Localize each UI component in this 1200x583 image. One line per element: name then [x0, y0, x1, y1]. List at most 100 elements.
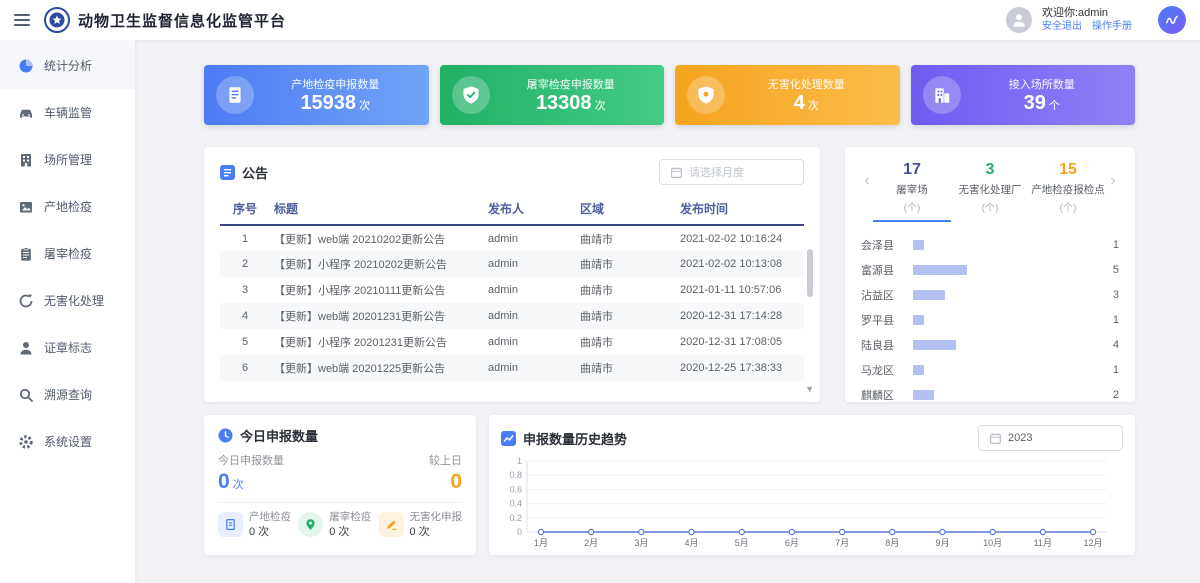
calendar-icon	[989, 432, 1002, 445]
place-tab-unit: (个)	[951, 199, 1029, 214]
bar-fill	[913, 315, 924, 325]
today-item-value: 0 次	[410, 525, 463, 539]
svg-text:1: 1	[517, 456, 522, 466]
bar-value-label: 1	[1105, 314, 1119, 326]
welcome-text: 欢迎你:admin	[1042, 7, 1132, 21]
svg-text:9月: 9月	[935, 538, 949, 548]
person-badge-icon	[18, 340, 34, 356]
trend-title: 申报数量历史趋势	[523, 429, 627, 448]
cell-time: 2021-02-02 10:13:08	[676, 251, 804, 277]
clipboard-icon	[18, 246, 34, 262]
bar-row: 会泽县 1	[861, 232, 1119, 257]
sidebar-item-label: 产地检疫	[44, 198, 92, 215]
cell-time: 2021-01-11 10:57:06	[676, 277, 804, 303]
gear-icon	[18, 434, 34, 450]
sidebar-item-origin-quarantine[interactable]: 产地检疫	[0, 183, 135, 230]
month-picker[interactable]: 请选择月度	[659, 159, 804, 185]
stat-card-unit: 次	[595, 100, 606, 112]
today-total-label: 今日申报数量	[218, 452, 284, 468]
sidebar-item-system-settings[interactable]: 系统设置	[0, 418, 135, 465]
today-compare-value: 0	[450, 470, 462, 494]
bar-row: 沾益区 3	[861, 282, 1119, 307]
svg-text:6月: 6月	[785, 538, 799, 548]
cell-index: 6	[220, 355, 270, 381]
bar-fill	[913, 390, 934, 400]
today-item-label: 无害化申报	[410, 511, 463, 525]
cell-area: 曲靖市	[576, 251, 676, 277]
menu-toggle-icon[interactable]	[14, 14, 30, 26]
table-row[interactable]: 4 【更新】web端 20201231更新公告 admin 曲靖市 2020-1…	[220, 303, 804, 329]
stat-card-value: 15938	[300, 92, 356, 114]
bar-fill	[913, 365, 924, 375]
svg-text:8月: 8月	[885, 538, 899, 548]
cell-title: 【更新】web端 20201225更新公告	[270, 355, 484, 381]
recycle-icon	[18, 293, 34, 309]
bar-category-label: 会泽县	[861, 237, 911, 253]
place-tab-label: 产地检疫报检点	[1029, 182, 1107, 197]
stat-card-unit: 次	[359, 100, 370, 112]
stat-card-label: 无害化处理数量	[768, 76, 845, 92]
scrollbar-thumb[interactable]	[807, 249, 813, 297]
tab-slaughterhouse[interactable]: 17 屠宰场 (个)	[873, 161, 951, 222]
cell-time: 2021-02-02 10:16:24	[676, 225, 804, 251]
bar-row: 麒麟区 2	[861, 382, 1119, 407]
tab-harmless-plant[interactable]: 3 无害化处理厂 (个)	[951, 161, 1029, 222]
svg-text:4月: 4月	[685, 538, 699, 548]
cell-area: 曲靖市	[576, 303, 676, 329]
sidebar-item-trace-query[interactable]: 溯源查询	[0, 371, 135, 418]
sidebar-item-statistics[interactable]: 统计分析	[0, 42, 135, 89]
brand-avatar[interactable]	[1158, 6, 1186, 34]
stat-card-label: 产地检疫申报数量	[291, 76, 379, 92]
column-header: 区域	[576, 193, 676, 225]
year-picker[interactable]: 2023	[978, 425, 1123, 451]
sidebar-item-vehicle[interactable]: 车辆监管	[0, 89, 135, 136]
table-row[interactable]: 2 【更新】小程序 20210202更新公告 admin 曲靖市 2021-02…	[220, 251, 804, 277]
stat-cards-row: 产地检疫申报数量 15938次 屠宰检疫申报数量 13308次 无害化处理数量 …	[204, 65, 1135, 125]
table-row[interactable]: 5 【更新】小程序 20201231更新公告 admin 曲靖市 2020-12…	[220, 329, 804, 355]
svg-text:0.4: 0.4	[509, 499, 522, 509]
bar-fill	[913, 265, 967, 275]
column-header: 序号	[220, 193, 270, 225]
table-row[interactable]: 6 【更新】web端 20201225更新公告 admin 曲靖市 2020-1…	[220, 355, 804, 381]
user-avatar[interactable]	[1006, 7, 1032, 33]
chevron-left-icon[interactable]: ‹	[861, 161, 873, 201]
bar-value-label: 2	[1105, 389, 1119, 401]
today-item-label: 产地检疫	[249, 511, 291, 525]
cell-title: 【更新】小程序 20201231更新公告	[270, 329, 484, 355]
today-item-value: 0 次	[329, 525, 371, 539]
sidebar-item-label: 车辆监管	[44, 104, 92, 121]
bar-value-label: 1	[1105, 239, 1119, 251]
table-row[interactable]: 1 【更新】web端 20210202更新公告 admin 曲靖市 2021-0…	[220, 225, 804, 251]
sidebar-item-harmless-treatment[interactable]: 无害化处理	[0, 277, 135, 324]
manual-link[interactable]: 操作手册	[1092, 21, 1132, 34]
cell-index: 5	[220, 329, 270, 355]
cell-time: 2020-12-25 17:38:33	[676, 355, 804, 381]
scroll-down-icon[interactable]: ▼	[805, 384, 814, 394]
cell-time: 2020-12-31 17:14:28	[676, 303, 804, 329]
bar-value-label: 3	[1105, 289, 1119, 301]
bar-category-label: 麒麟区	[861, 387, 911, 403]
bar-value-label: 5	[1105, 264, 1119, 276]
logout-link[interactable]: 安全退出	[1042, 21, 1082, 34]
cell-index: 2	[220, 251, 270, 277]
document-icon	[216, 76, 254, 114]
announcements-title: 公告	[242, 163, 268, 182]
chevron-right-icon[interactable]: ›	[1107, 161, 1119, 201]
pen-icon	[379, 512, 404, 537]
sidebar-item-places[interactable]: 场所管理	[0, 136, 135, 183]
svg-text:10月: 10月	[983, 538, 1002, 548]
top-header: 动物卫生监督信息化监管平台 欢迎你:admin 安全退出 操作手册	[0, 0, 1200, 40]
bar-category-label: 富源县	[861, 262, 911, 278]
table-row[interactable]: 3 【更新】小程序 20210111更新公告 admin 曲靖市 2021-01…	[220, 277, 804, 303]
sidebar-item-badge[interactable]: 证章标志	[0, 324, 135, 371]
main-content: 产地检疫申报数量 15938次 屠宰检疫申报数量 13308次 无害化处理数量 …	[135, 40, 1200, 583]
stat-card-value: 39	[1024, 92, 1046, 114]
column-header: 标题	[270, 193, 484, 225]
stat-card: 无害化处理数量 4次	[675, 65, 900, 125]
places-panel: ‹ 17 屠宰场 (个) 3 无害化处理厂 (个) 1 5 产地检疫报检点	[845, 147, 1135, 402]
tab-origin-checkpoint[interactable]: 15 产地检疫报检点 (个)	[1029, 161, 1107, 222]
sidebar-item-label: 溯源查询	[44, 386, 92, 403]
sidebar-item-slaughter-quarantine[interactable]: 屠宰检疫	[0, 230, 135, 277]
building-icon	[923, 76, 961, 114]
cell-title: 【更新】小程序 20210111更新公告	[270, 277, 484, 303]
